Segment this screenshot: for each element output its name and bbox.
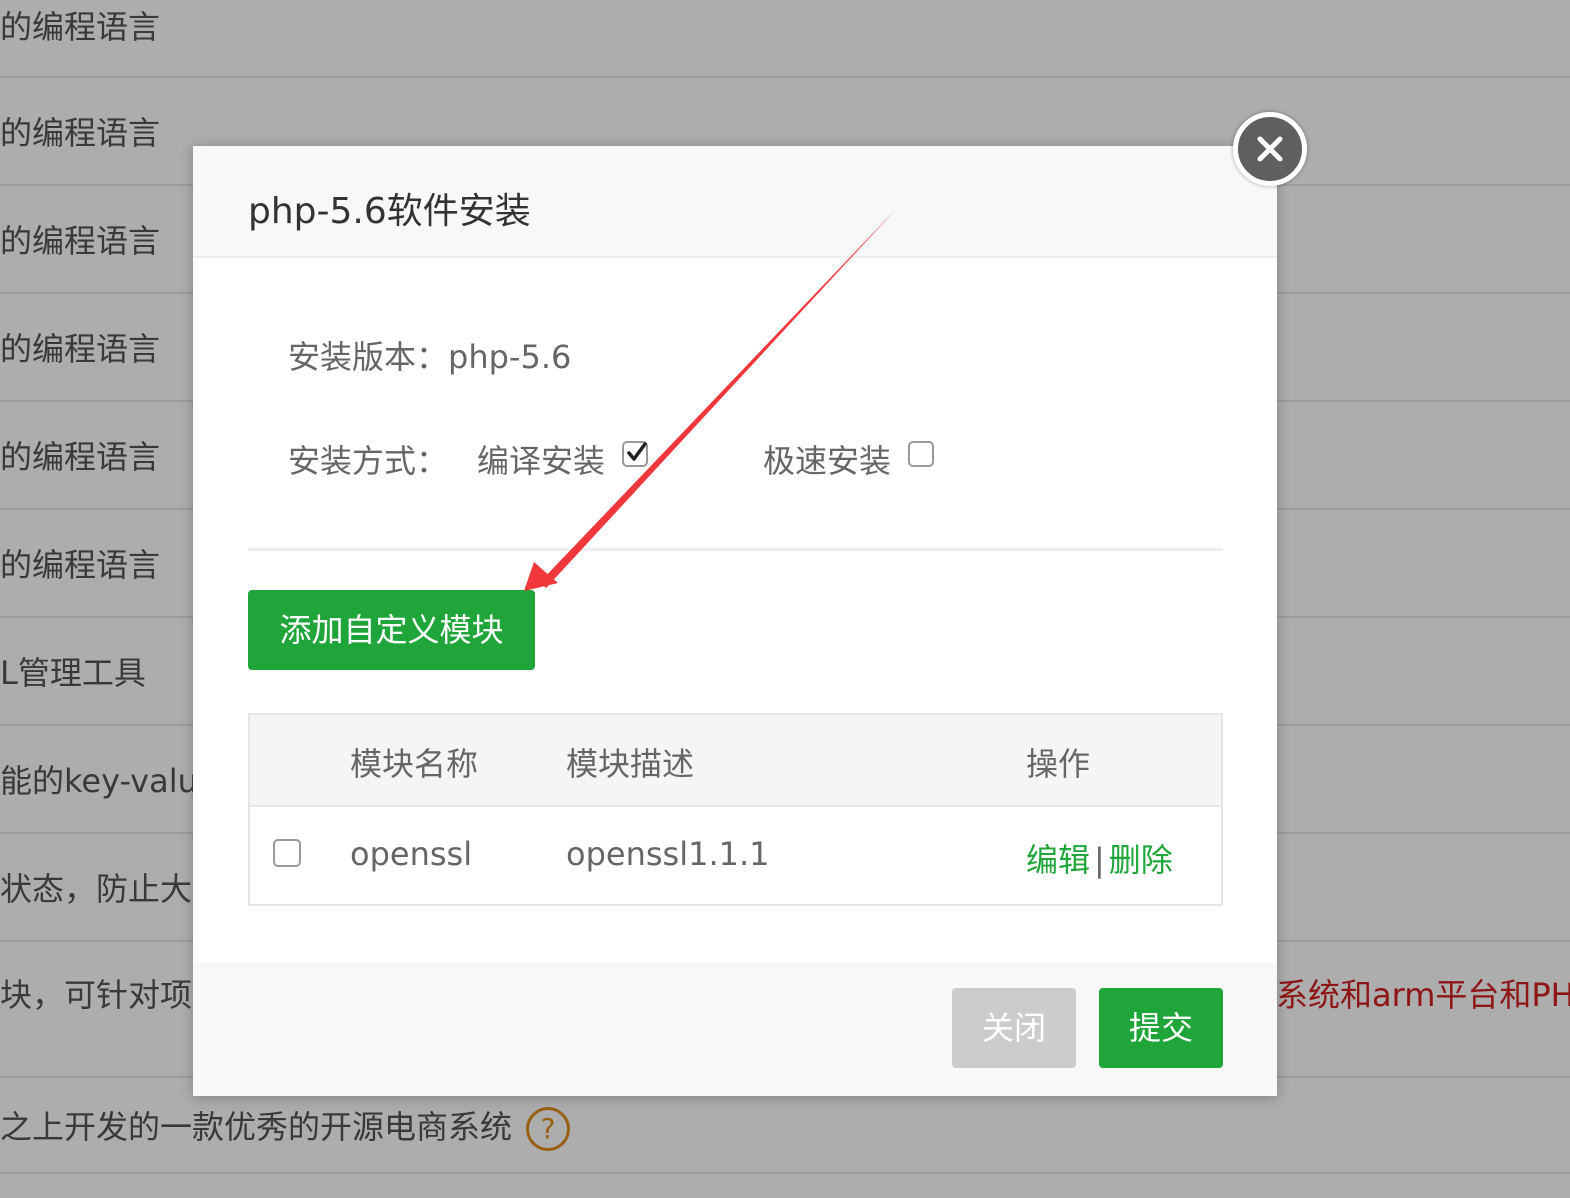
dialog-title: php-5.6软件安装: [248, 191, 531, 232]
add-custom-module-button[interactable]: 添加自定义模块: [248, 590, 535, 670]
column-header-actions: 操作: [1026, 745, 1091, 783]
compile-install-label[interactable]: 编译安装: [477, 436, 605, 482]
action-separator: |: [1094, 841, 1105, 879]
row-select-checkbox[interactable]: [273, 839, 301, 867]
close-icon: [1257, 136, 1283, 162]
divider: [248, 548, 1223, 551]
fast-install-label[interactable]: 极速安装: [763, 436, 891, 482]
fast-install-checkbox[interactable]: [908, 441, 934, 467]
column-header-description: 模块描述: [566, 745, 695, 783]
column-header-name: 模块名称: [350, 745, 479, 783]
version-value: php-5.6: [448, 338, 572, 376]
install-dialog: php-5.6软件安装 安装版本：php-5.6 安装方式： 编译安装 极速安装…: [193, 146, 1277, 1096]
dialog-footer: 关闭 提交: [193, 963, 1277, 1096]
version-row: 安装版本：php-5.6: [288, 332, 571, 378]
dialog-close-button[interactable]: [1233, 112, 1307, 186]
compile-install-checkbox[interactable]: [622, 441, 648, 467]
edit-link[interactable]: 编辑: [1026, 841, 1090, 879]
delete-link[interactable]: 删除: [1109, 841, 1173, 879]
checkmark-icon: [627, 442, 647, 461]
module-table: 模块名称 模块描述 操作 openssl openssl1.1.1 编辑 | 删除: [248, 713, 1223, 906]
dialog-header: php-5.6软件安装: [193, 146, 1277, 258]
submit-button[interactable]: 提交: [1099, 988, 1223, 1068]
module-name: openssl: [350, 835, 473, 873]
module-description: openssl1.1.1: [566, 835, 770, 873]
close-button[interactable]: 关闭: [952, 988, 1076, 1068]
install-method-label: 安装方式：: [288, 442, 449, 480]
version-label: 安装版本：: [288, 338, 449, 376]
row-actions: 编辑 | 删除: [1026, 835, 1173, 881]
